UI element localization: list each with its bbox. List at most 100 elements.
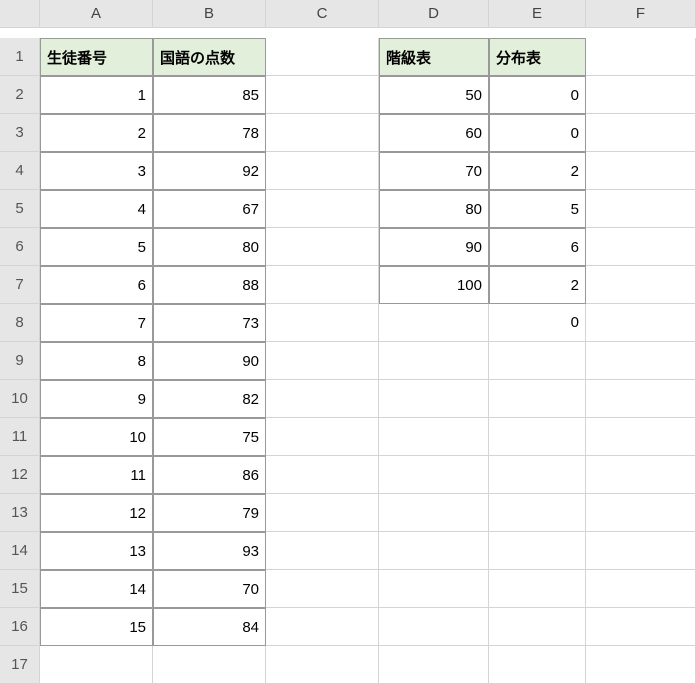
cell-C3[interactable] [266,114,379,152]
cell-E7[interactable]: 2 [489,266,586,304]
cell-F1[interactable] [586,38,696,76]
cell-B9[interactable]: 90 [153,342,266,380]
row-header-5[interactable]: 5 [0,190,40,228]
cell-D16[interactable] [379,608,489,646]
cell-A6[interactable]: 5 [40,228,153,266]
cell-A8[interactable]: 7 [40,304,153,342]
row-header-3[interactable]: 3 [0,114,40,152]
cell-A10[interactable]: 9 [40,380,153,418]
col-header-E[interactable]: E [489,0,586,28]
cell-F5[interactable] [586,190,696,228]
cell-D6[interactable]: 90 [379,228,489,266]
cell-E3[interactable]: 0 [489,114,586,152]
col-header-D[interactable]: D [379,0,489,28]
cell-B2[interactable]: 85 [153,76,266,114]
cell-D5[interactable]: 80 [379,190,489,228]
cell-B10[interactable]: 82 [153,380,266,418]
cell-B7[interactable]: 88 [153,266,266,304]
cell-E2[interactable]: 0 [489,76,586,114]
cell-A7[interactable]: 6 [40,266,153,304]
cell-B4[interactable]: 92 [153,152,266,190]
cell-A3[interactable]: 2 [40,114,153,152]
row-header-2[interactable]: 2 [0,76,40,114]
cell-C1[interactable] [266,38,379,76]
cell-C6[interactable] [266,228,379,266]
cell-F12[interactable] [586,456,696,494]
cell-A11[interactable]: 10 [40,418,153,456]
row-header-1[interactable]: 1 [0,38,40,76]
cell-B16[interactable]: 84 [153,608,266,646]
cell-D13[interactable] [379,494,489,532]
cell-C17[interactable] [266,646,379,684]
cell-D15[interactable] [379,570,489,608]
cell-D8[interactable] [379,304,489,342]
row-header-14[interactable]: 14 [0,532,40,570]
cell-E4[interactable]: 2 [489,152,586,190]
cell-B14[interactable]: 93 [153,532,266,570]
cell-E17[interactable] [489,646,586,684]
cell-F17[interactable] [586,646,696,684]
cell-C10[interactable] [266,380,379,418]
cell-F9[interactable] [586,342,696,380]
row-header-13[interactable]: 13 [0,494,40,532]
cell-F8[interactable] [586,304,696,342]
cell-C5[interactable] [266,190,379,228]
cell-C13[interactable] [266,494,379,532]
row-header-6[interactable]: 6 [0,228,40,266]
cell-B15[interactable]: 70 [153,570,266,608]
cell-B6[interactable]: 80 [153,228,266,266]
cell-A15[interactable]: 14 [40,570,153,608]
row-header-4[interactable]: 4 [0,152,40,190]
row-header-15[interactable]: 15 [0,570,40,608]
col-header-B[interactable]: B [153,0,266,28]
row-header-12[interactable]: 12 [0,456,40,494]
cell-D3[interactable]: 60 [379,114,489,152]
cell-D11[interactable] [379,418,489,456]
cell-D12[interactable] [379,456,489,494]
cell-C12[interactable] [266,456,379,494]
cell-F13[interactable] [586,494,696,532]
cell-F7[interactable] [586,266,696,304]
cell-F11[interactable] [586,418,696,456]
cell-F14[interactable] [586,532,696,570]
cell-E12[interactable] [489,456,586,494]
cell-B1[interactable]: 国語の点数 [153,38,266,76]
cell-E1[interactable]: 分布表 [489,38,586,76]
cell-B3[interactable]: 78 [153,114,266,152]
cell-F15[interactable] [586,570,696,608]
cell-D4[interactable]: 70 [379,152,489,190]
cell-A1[interactable]: 生徒番号 [40,38,153,76]
cell-D2[interactable]: 50 [379,76,489,114]
row-header-17[interactable]: 17 [0,646,40,684]
cell-C2[interactable] [266,76,379,114]
row-header-10[interactable]: 10 [0,380,40,418]
cell-F10[interactable] [586,380,696,418]
cell-A9[interactable]: 8 [40,342,153,380]
cell-D17[interactable] [379,646,489,684]
col-header-F[interactable]: F [586,0,696,28]
cell-C9[interactable] [266,342,379,380]
cell-C16[interactable] [266,608,379,646]
cell-E6[interactable]: 6 [489,228,586,266]
cell-E13[interactable] [489,494,586,532]
cell-A13[interactable]: 12 [40,494,153,532]
cell-B13[interactable]: 79 [153,494,266,532]
cell-A16[interactable]: 15 [40,608,153,646]
cell-D14[interactable] [379,532,489,570]
cell-F3[interactable] [586,114,696,152]
cell-C7[interactable] [266,266,379,304]
cell-C15[interactable] [266,570,379,608]
cell-A5[interactable]: 4 [40,190,153,228]
cell-B5[interactable]: 67 [153,190,266,228]
cell-E11[interactable] [489,418,586,456]
row-header-11[interactable]: 11 [0,418,40,456]
cell-D9[interactable] [379,342,489,380]
cell-A17[interactable] [40,646,153,684]
cell-B8[interactable]: 73 [153,304,266,342]
row-header-7[interactable]: 7 [0,266,40,304]
cell-C11[interactable] [266,418,379,456]
cell-E15[interactable] [489,570,586,608]
cell-E14[interactable] [489,532,586,570]
cell-B12[interactable]: 86 [153,456,266,494]
row-header-8[interactable]: 8 [0,304,40,342]
